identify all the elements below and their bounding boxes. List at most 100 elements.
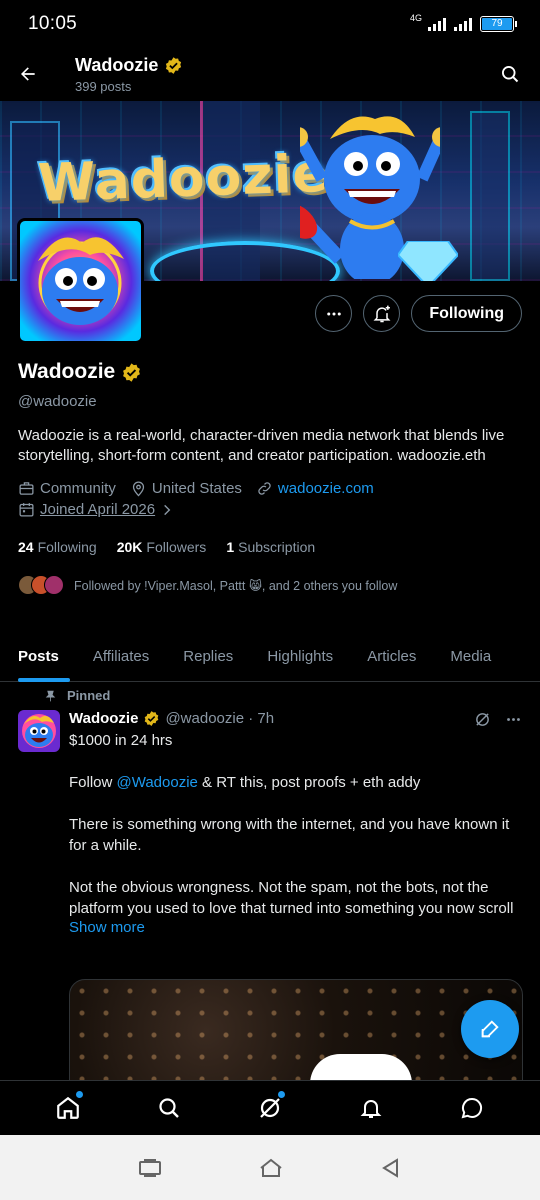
recent-apps-icon[interactable] [139,1158,161,1177]
banner-wordmark: Wadoozie [37,143,330,215]
post-line: There is something wrong with the intern… [69,816,510,854]
arrow-left-icon [21,67,35,81]
search-button[interactable] [480,48,540,100]
signal-icon [428,17,446,31]
post-header: Wadoozie @wadoozie · 7h [69,710,524,727]
more-options-button[interactable] [315,295,353,332]
profile-info: Wadoozie @wadoozie Wadoozie is a real-wo… [18,360,528,595]
follower-avatars [18,575,64,595]
pinned-label: Pinned [67,688,111,703]
notification-dot [277,1091,285,1098]
profile-handle: @wadoozie [18,393,97,410]
back-button[interactable] [0,48,56,100]
avatar-image [18,710,60,752]
followed-by-row[interactable]: Followed by !Viper.Masol, Pattt 😸, and 2… [18,575,528,595]
compose-button[interactable] [461,1000,519,1058]
tab-replies[interactable]: Replies [166,630,250,682]
profile-avatar[interactable] [17,218,144,344]
post-line: $1000 in 24 hrs [69,732,173,749]
profile-stats: 24 Following 20K Followers 1 Subscription [18,539,528,555]
profile-category: Community [40,480,116,497]
followers-stat[interactable]: 20K Followers [117,539,207,555]
post-author[interactable]: Wadoozie [69,710,138,727]
media-image [70,980,522,1083]
post-handle-time: @wadoozie · 7h [165,710,275,727]
following-button[interactable]: Following [411,295,522,332]
profile-actions: Following [315,295,522,332]
joined-date-button[interactable]: Joined April 2026 [18,501,174,518]
media-overlay [310,1054,412,1083]
verified-badge-icon[interactable] [121,362,142,383]
pin-icon [45,690,56,701]
post-text: $1000 in 24 hrs Follow @Wadoozie & RT th… [69,730,524,919]
nav-home[interactable] [40,1082,96,1134]
profile-tabs: Posts Affiliates Replies Highlights Arti… [0,630,540,682]
battery-level: 79 [482,18,512,30]
post-line: Follow @Wadoozie & RT this, post proofs … [69,774,421,791]
mention-link[interactable]: @Wadoozie [117,774,198,791]
profile-meta: Community United States wadoozie.com Joi… [18,478,528,520]
chevron-right-icon [164,504,171,515]
link-icon [258,482,271,495]
following-count: 24 [18,539,34,555]
compose-icon [481,1020,499,1038]
location-pin-icon [132,481,144,497]
header-title-block: Wadoozie 399 posts [75,55,480,94]
banner-gem [398,241,458,281]
profile-name: Wadoozie [18,360,116,383]
search-icon [502,66,519,83]
profile-website-link[interactable]: wadoozie.com [278,480,374,497]
status-time: 10:05 [28,13,78,34]
followers-count: 20K [116,539,143,555]
post-count: 399 posts [75,78,132,94]
avatar-image [20,221,141,341]
bell-icon [360,1100,382,1118]
battery-icon: 79 [480,16,517,32]
header-title: Wadoozie [75,54,159,75]
bell-plus-icon [373,305,391,322]
nav-grok[interactable] [242,1082,298,1134]
show-more-link[interactable]: Show more [69,919,524,936]
search-icon [159,1098,180,1118]
profile-bio: Wadoozie is a real-world, character-driv… [18,427,505,464]
calendar-icon [19,503,34,517]
top-bar: Wadoozie 399 posts [0,48,540,100]
following-stat[interactable]: 24 Following [18,539,97,555]
network-type: 4G [409,13,422,23]
post-line: Not the obvious wrongness. Not the spam,… [69,879,514,917]
tab-affiliates[interactable]: Affiliates [76,630,166,682]
status-indicators: 4G 79 [409,13,517,32]
notify-button[interactable] [363,295,401,332]
message-icon [461,1097,482,1119]
briefcase-icon [19,482,34,495]
subscription-stat[interactable]: 1 Subscription [226,539,315,555]
post-avatar[interactable] [18,710,60,752]
profile-joined: Joined April 2026 [40,501,156,518]
tab-media[interactable]: Media [433,630,508,682]
profile-location: United States [151,480,242,497]
back-triangle-icon[interactable] [381,1157,401,1178]
tab-articles[interactable]: Articles [350,630,433,682]
avatar [44,575,64,595]
nav-search[interactable] [141,1082,197,1134]
status-bar: 10:05 4G 79 [0,0,540,48]
nav-notifications[interactable] [343,1082,399,1134]
notification-dot [76,1091,84,1098]
grok-icon [260,1098,280,1118]
tab-posts[interactable]: Posts [0,630,76,682]
verified-badge-icon [166,56,182,74]
subscription-count: 1 [226,539,235,555]
pinned-post[interactable]: Pinned Wadoozie @wadoozie · 7h $1000 in … [0,683,540,1083]
pinned-label-row: Pinned [44,688,110,703]
home-icon [57,1096,80,1119]
more-icon [327,312,341,315]
signal-icon-2 [454,17,472,31]
followed-by-text: Followed by !Viper.Masol, Pattt 😸, and 2… [74,578,398,593]
bottom-nav [0,1080,540,1135]
system-nav-bar [0,1135,540,1200]
nav-messages[interactable] [444,1082,500,1134]
post-media[interactable] [69,979,523,1083]
tab-highlights[interactable]: Highlights [250,630,350,682]
verified-badge-icon [145,711,159,726]
home-button-icon[interactable] [259,1158,283,1178]
